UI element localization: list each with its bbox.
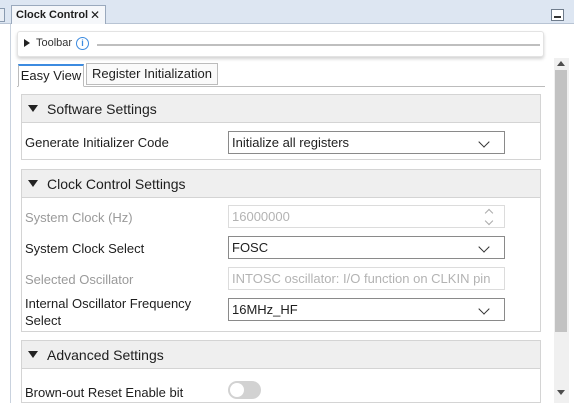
input-value: 16000000: [232, 209, 290, 224]
field-value: INTOSC oscillator: I/O function on CLKIN…: [232, 271, 491, 286]
toolbar-label[interactable]: Toolbar: [36, 37, 72, 49]
tabs-underline: [17, 86, 545, 87]
scroll-down-icon[interactable]: [557, 390, 565, 395]
select-value: 16MHz_HF: [232, 302, 298, 317]
close-icon[interactable]: ✕: [90, 6, 100, 24]
brownout-reset-toggle[interactable]: [228, 381, 261, 399]
scroll-up-icon[interactable]: [557, 61, 565, 66]
chevron-down-icon[interactable]: [478, 241, 490, 253]
minimize-icon[interactable]: [551, 9, 564, 21]
toolbar-divider: [97, 44, 540, 46]
system-clock-input: 16000000: [228, 205, 505, 228]
side-panel-handle[interactable]: [0, 8, 5, 22]
internal-osc-frequency-select[interactable]: 16MHz_HF: [228, 298, 505, 321]
caret-down-icon[interactable]: [28, 105, 38, 112]
tab-easy-view[interactable]: Easy View: [18, 64, 84, 87]
scrollbar-thumb[interactable]: [555, 70, 567, 332]
selected-oscillator-field: INTOSC oscillator: I/O function on CLKIN…: [228, 267, 505, 290]
select-value: FOSC: [232, 240, 269, 255]
toggle-knob: [230, 383, 244, 397]
internal-osc-label-line2: Select: [25, 313, 62, 328]
caret-down-icon[interactable]: [28, 351, 38, 358]
select-value: Initialize all registers: [232, 135, 350, 150]
system-clock-label: System Clock (Hz): [25, 210, 133, 225]
caret-down-icon[interactable]: [28, 180, 38, 187]
section-title: Advanced Settings: [47, 347, 164, 363]
generate-initializer-select[interactable]: Initialize all registers: [228, 131, 505, 154]
generate-initializer-label: Generate Initializer Code: [25, 135, 169, 150]
document-tab-title: Clock Control: [16, 9, 89, 21]
section-title: Software Settings: [47, 101, 157, 117]
tab-register-initialization[interactable]: Register Initialization: [86, 63, 218, 85]
chevron-down-icon[interactable]: [478, 303, 490, 315]
selected-oscillator-label: Selected Oscillator: [25, 272, 134, 287]
system-clock-select[interactable]: FOSC: [228, 236, 505, 259]
brownout-reset-label: Brown-out Reset Enable bit: [25, 385, 184, 400]
caret-right-icon[interactable]: [24, 39, 30, 47]
system-clock-select-label: System Clock Select: [25, 241, 145, 256]
document-tab-clock-control[interactable]: Clock Control ✕: [11, 5, 106, 25]
info-icon[interactable]: i: [76, 37, 89, 50]
chevron-down-icon[interactable]: [478, 136, 490, 148]
section-title: Clock Control Settings: [47, 176, 186, 192]
spinner-down-icon: [484, 216, 494, 226]
internal-osc-label-line1: Internal Oscillator Frequency: [25, 296, 192, 311]
